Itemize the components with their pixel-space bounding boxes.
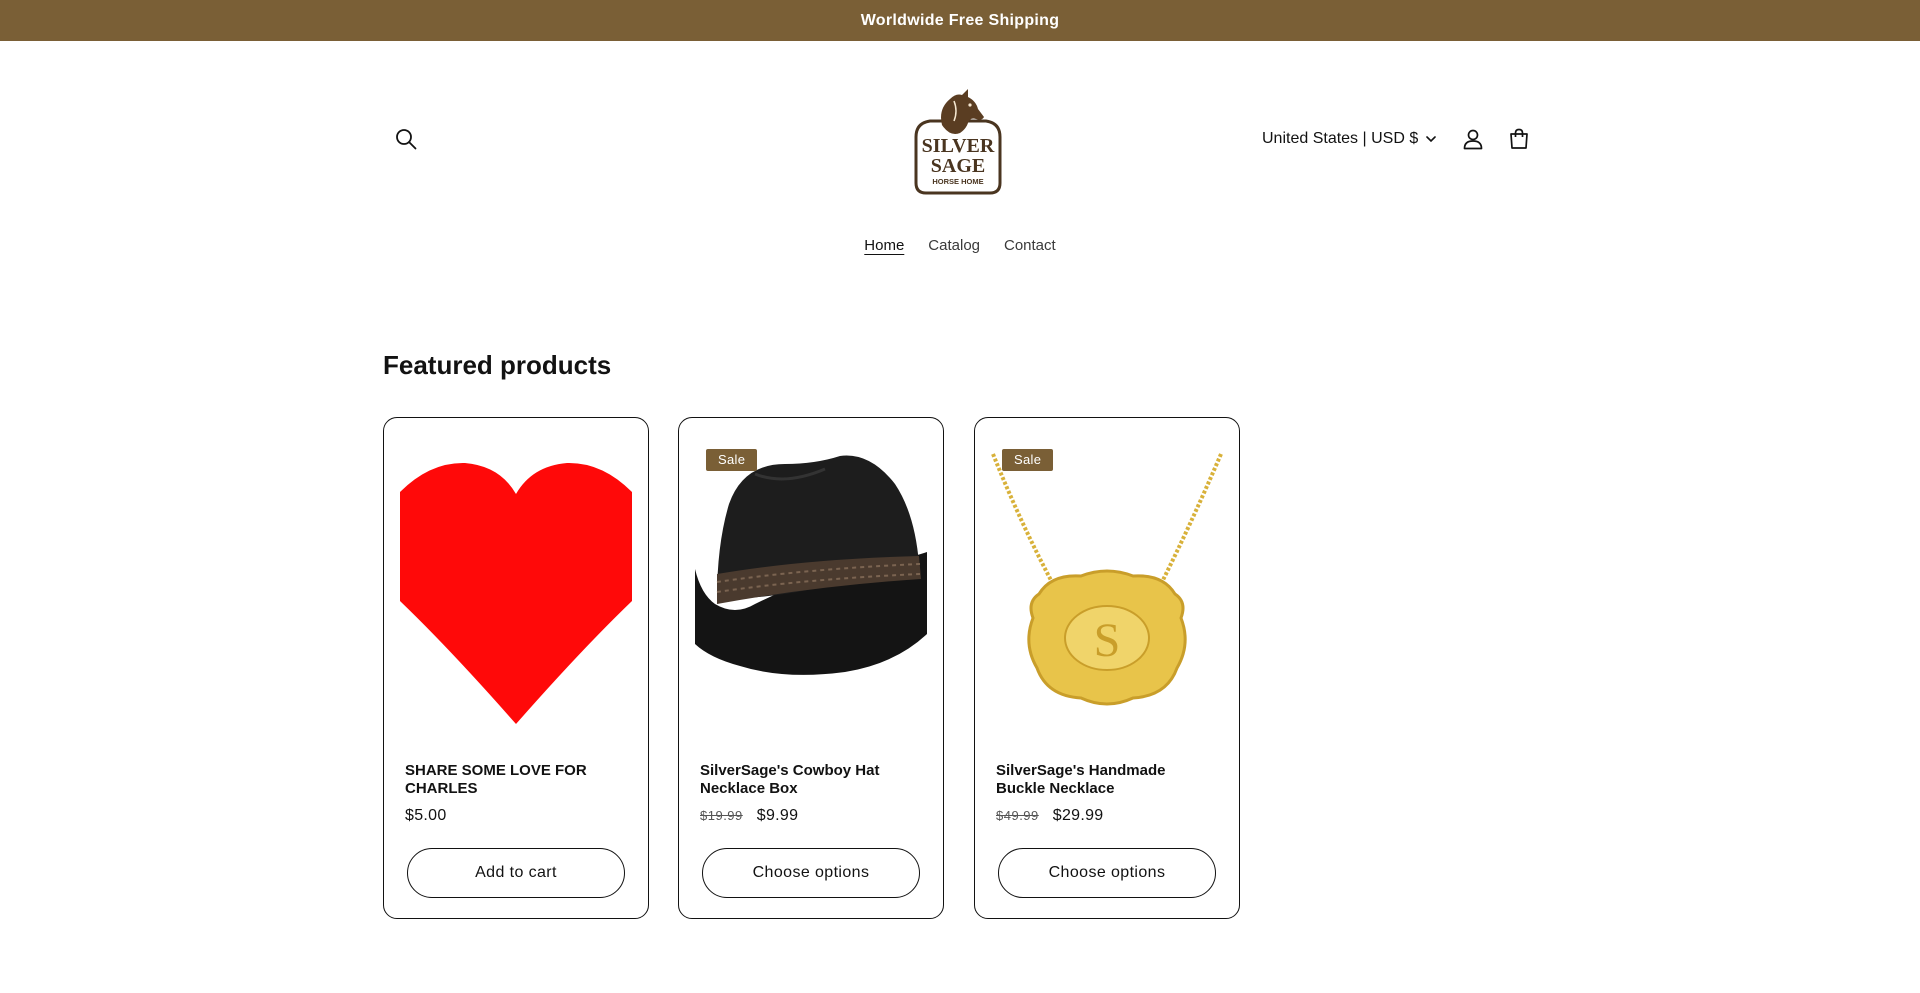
product-price: $29.99 xyxy=(1052,807,1104,824)
user-icon xyxy=(1463,129,1483,150)
account-button[interactable] xyxy=(1455,121,1491,157)
product-title[interactable]: SilverSage's Handmade Buckle Necklace xyxy=(996,762,1206,798)
logo-line2: SAGE xyxy=(931,155,985,177)
nav-link-contact[interactable]: Contact xyxy=(992,237,1068,254)
search-button[interactable] xyxy=(388,121,424,157)
nav-link-catalog[interactable]: Catalog xyxy=(916,237,992,254)
choose-options-button[interactable]: Choose options xyxy=(702,848,920,898)
product-title[interactable]: SilverSage's Cowboy Hat Necklace Box xyxy=(700,762,910,798)
choose-options-button[interactable]: Choose options xyxy=(998,848,1216,898)
store-logo[interactable]: SILVER SAGE HORSE HOME xyxy=(908,87,1008,197)
logo-line1: SILVER xyxy=(922,135,995,157)
compare-at-price: $49.99 xyxy=(996,808,1039,823)
price-row: $49.99 $29.99 xyxy=(996,807,1104,825)
announcement-text: Worldwide Free Shipping xyxy=(860,11,1060,29)
featured-products-title: Featured products xyxy=(383,350,612,380)
sale-badge: Sale xyxy=(1002,449,1054,471)
svg-text:S: S xyxy=(1094,614,1121,667)
nav-link-home[interactable]: Home xyxy=(852,237,916,254)
chevron-down-icon xyxy=(1426,135,1437,142)
logo-line3: HORSE HOME xyxy=(932,177,983,186)
product-card[interactable]: Sale SilverSage's Cowboy Hat Necklace Bo… xyxy=(678,417,944,919)
cart-button[interactable] xyxy=(1501,121,1537,157)
product-image[interactable] xyxy=(400,434,632,724)
product-image[interactable] xyxy=(695,434,927,724)
search-icon xyxy=(396,129,417,150)
compare-at-price: $19.99 xyxy=(700,808,743,823)
product-image[interactable]: S xyxy=(991,434,1223,724)
cart-icon xyxy=(1510,128,1528,149)
cowboy-hat-image xyxy=(695,455,927,675)
add-to-cart-button[interactable]: Add to cart xyxy=(407,848,625,898)
site-header: SILVER SAGE HORSE HOME United States | U… xyxy=(0,41,1920,271)
price-row: $5.00 xyxy=(405,807,447,825)
announcement-bar: Worldwide Free Shipping xyxy=(0,0,1920,41)
product-price: $9.99 xyxy=(756,807,799,824)
product-price: $5.00 xyxy=(405,807,447,824)
product-title[interactable]: SHARE SOME LOVE FOR CHARLES xyxy=(405,762,615,798)
red-heart-image xyxy=(400,462,632,724)
silver-sage-logo: SILVER SAGE HORSE HOME xyxy=(914,89,1002,195)
product-card[interactable]: S Sale SilverSage's Handmade Buckle Neck… xyxy=(974,417,1240,919)
product-card[interactable]: SHARE SOME LOVE FOR CHARLES $5.00 Add to… xyxy=(383,417,649,919)
buckle-necklace-image: S xyxy=(991,453,1223,706)
localization-label: United States | USD $ xyxy=(1262,130,1419,147)
sale-badge: Sale xyxy=(706,449,758,471)
main-navigation: Home Catalog Contact xyxy=(0,237,1920,254)
price-row: $19.99 $9.99 xyxy=(700,807,798,825)
country-currency-selector[interactable]: United States | USD $ xyxy=(1262,125,1437,153)
